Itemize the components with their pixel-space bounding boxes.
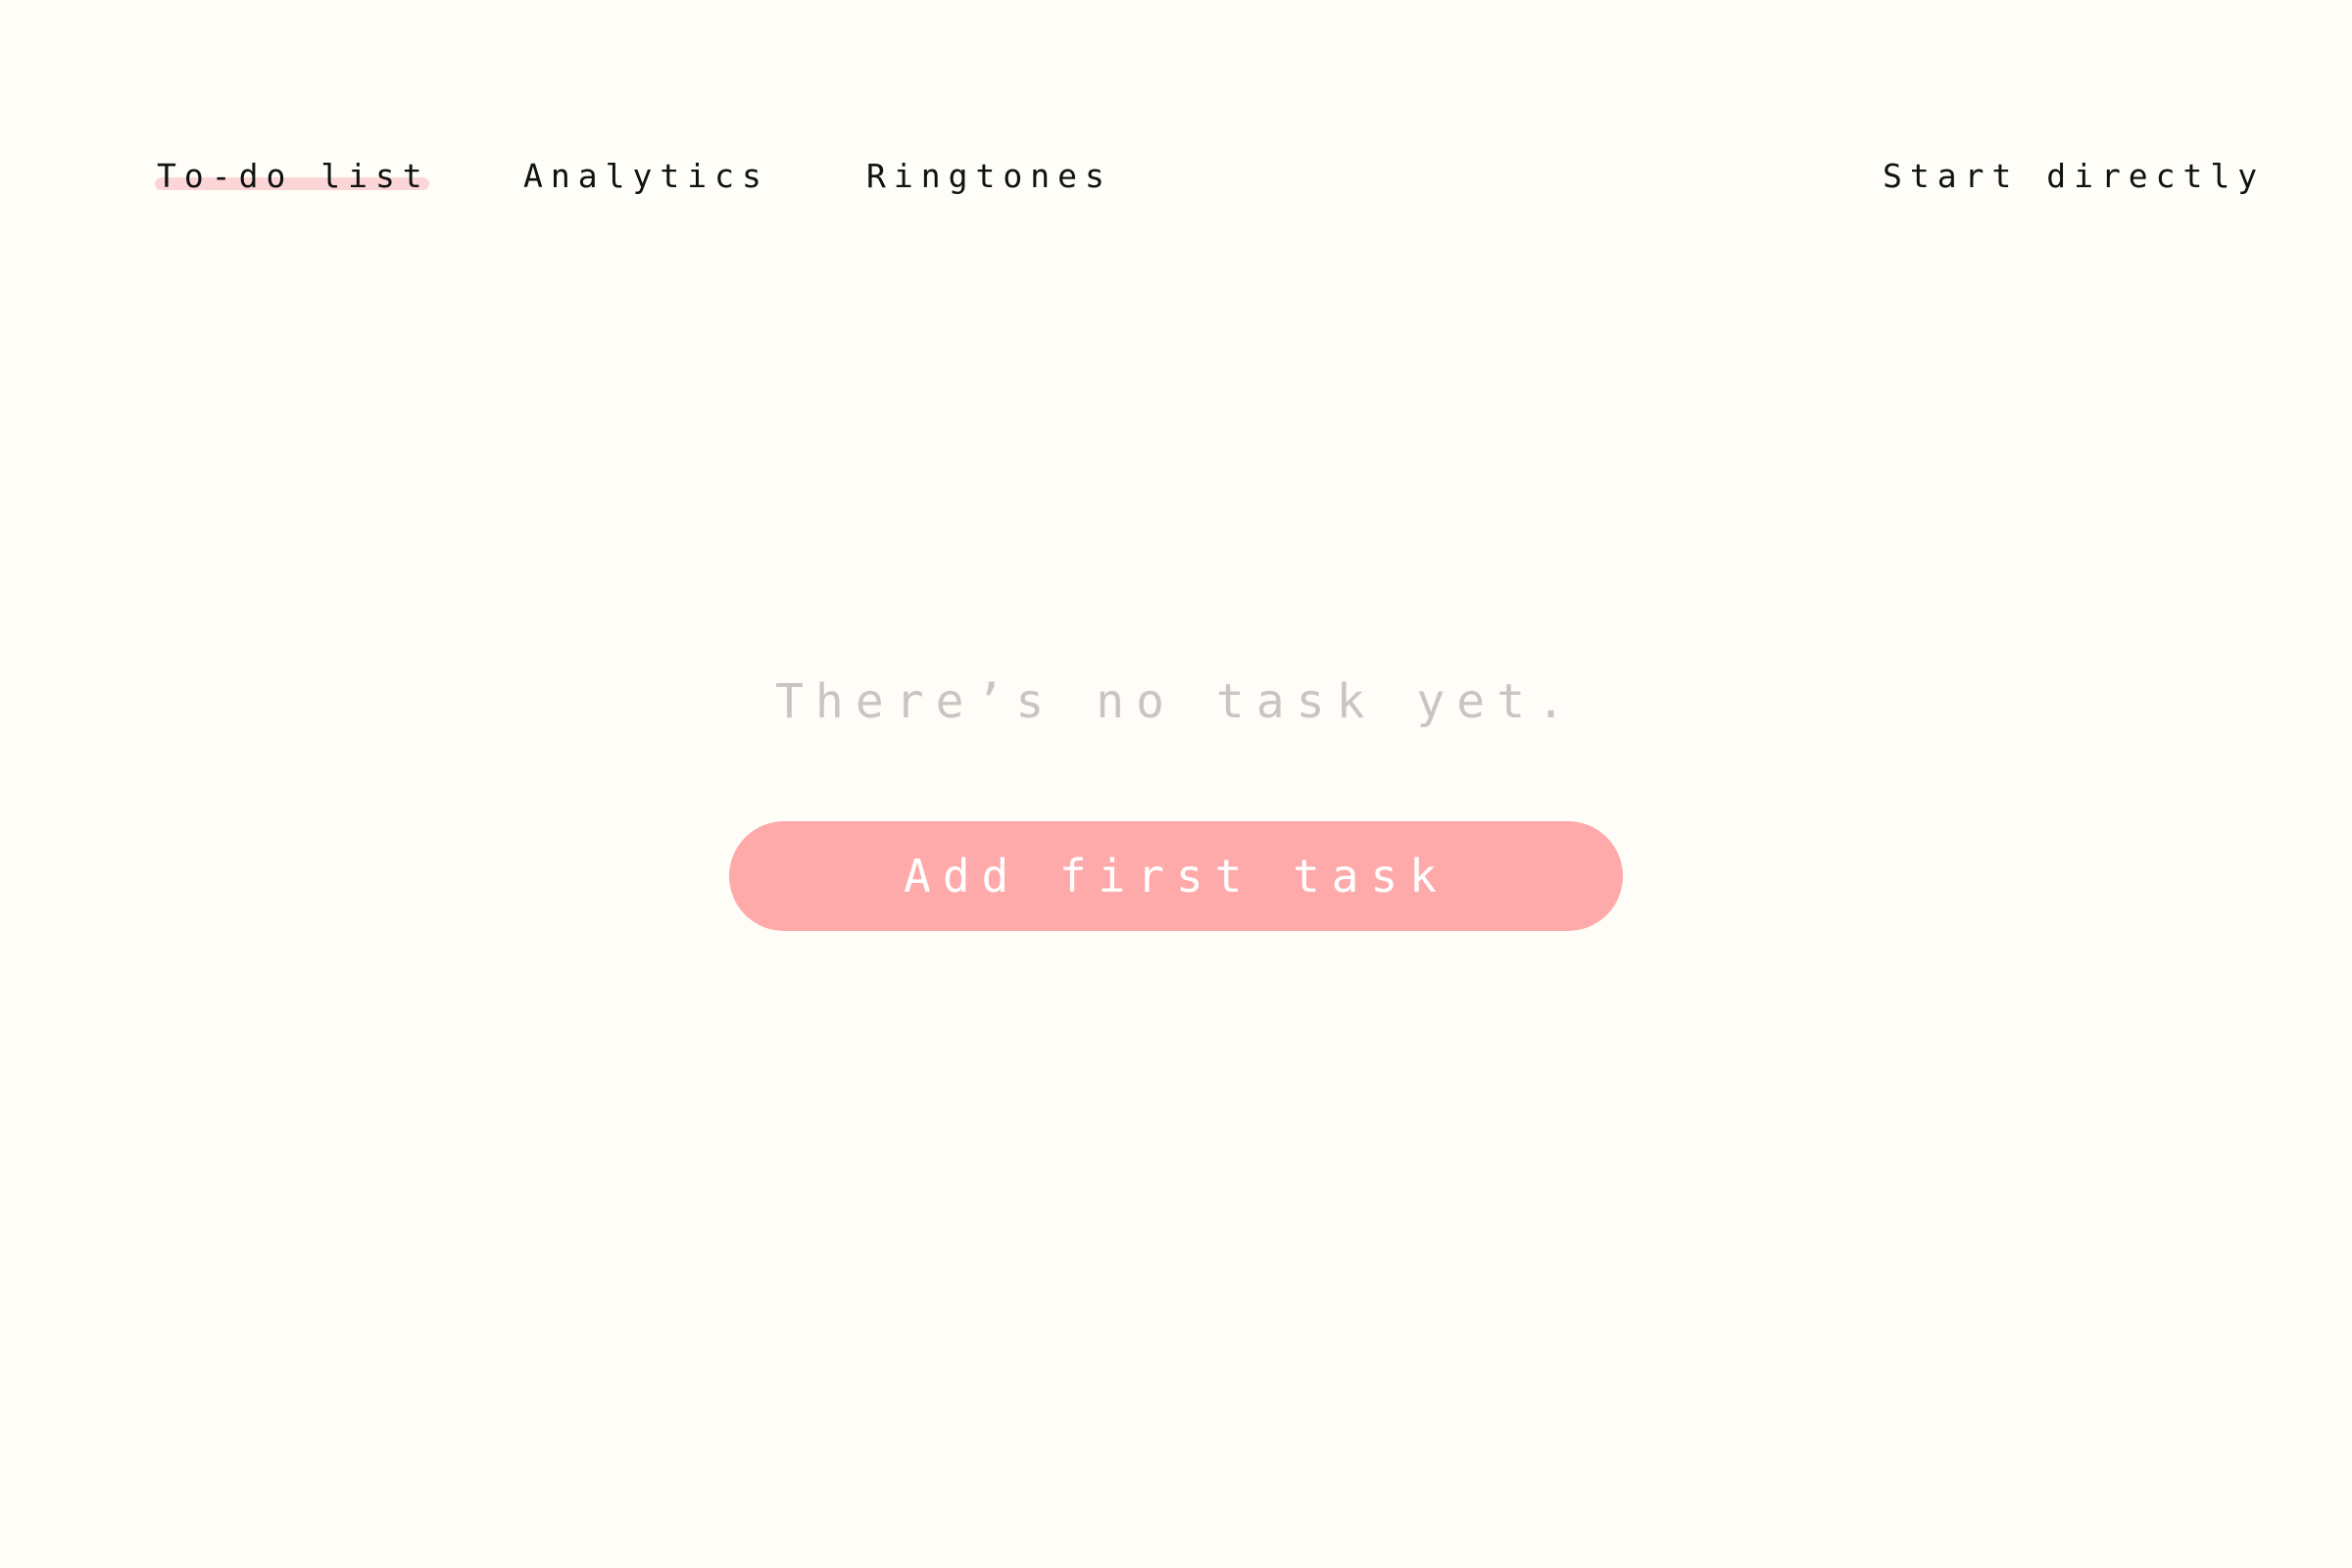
top-navigation: To-do list Analytics Ringtones Start dir…: [0, 0, 2352, 235]
nav-item-label: Ringtones: [866, 157, 1112, 195]
add-first-task-button[interactable]: Add first task: [729, 821, 1623, 931]
empty-state-message: There’s no task yet.: [775, 674, 1577, 729]
nav-item-todo-list[interactable]: To-do list: [155, 153, 430, 200]
start-directly-link[interactable]: Start directly: [1883, 153, 2265, 200]
start-directly-label: Start directly: [1883, 157, 2266, 195]
empty-state: There’s no task yet.: [0, 666, 2352, 737]
nav-item-label: To-do list: [157, 157, 430, 195]
nav-item-analytics[interactable]: Analytics: [523, 153, 769, 200]
nav-item-ringtones[interactable]: Ringtones: [866, 153, 1112, 200]
app-root: To-do list Analytics Ringtones Start dir…: [0, 0, 2352, 1568]
nav-item-label: Analytics: [523, 157, 769, 195]
